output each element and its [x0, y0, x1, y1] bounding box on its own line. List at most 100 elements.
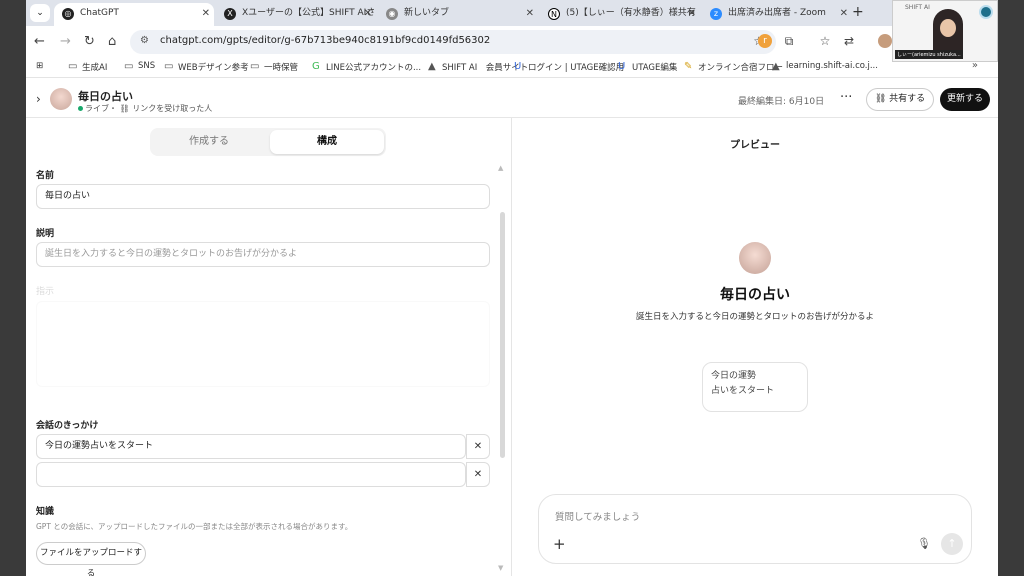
tab-zoom[interactable]: z 出席済み出席者 - Zoom ✕	[702, 3, 852, 26]
tab-x[interactable]: X Xユーザーの【公式】SHIFT AIさん ✕	[216, 3, 376, 26]
knowledge-help: GPT との会話に、アップロードしたファイルの一部または全部が表示される場合があ…	[36, 522, 353, 531]
folder-icon: ▭	[164, 61, 174, 72]
apps-grid-icon[interactable]: ⊞	[36, 61, 43, 71]
last-edited: 最終編集日: 6月10日	[738, 97, 825, 107]
message-composer[interactable]: 質問してみましょう + 🎙 ↑	[538, 494, 972, 564]
tab-chatgpt[interactable]: ◎ ChatGPT ✕	[54, 3, 214, 26]
chatgpt-icon: ◎	[62, 8, 74, 20]
preview-gpt-avatar	[739, 242, 771, 274]
address-bar-row: ← → ↻ ⌂ ⚙ chatgpt.com/gpts/editor/g-67b7…	[26, 26, 998, 58]
tab-label: Xユーザーの【公式】SHIFT AIさん	[242, 8, 376, 18]
preview-gpt-name: 毎日の占い	[720, 287, 790, 303]
bookmark-item[interactable]: G LINE公式アカウントの...	[312, 61, 421, 73]
url-bar[interactable]: ⚙ chatgpt.com/gpts/editor/g-67b713be940c…	[130, 30, 776, 54]
description-field[interactable]: 誕生日を入力すると今日の運勢とタロットのお告げが分かるよ	[36, 242, 490, 267]
starter-row: ✕	[36, 462, 490, 487]
send-arrow-icon[interactable]: ↑	[941, 533, 963, 555]
tab-notion[interactable]: N (5)【しぃー（有水静香）様共有 ✕	[540, 3, 700, 26]
starter-row: 今日の運勢占いをスタート ✕	[36, 434, 490, 459]
starter-card-line: 今日の運勢	[711, 371, 757, 381]
tab-create[interactable]: 作成する	[152, 130, 266, 154]
plus-icon[interactable]: +	[553, 535, 566, 553]
update-button[interactable]: 更新する	[940, 88, 990, 111]
home-icon[interactable]: ⌂	[108, 34, 116, 49]
site-info-icon[interactable]: ⚙	[140, 35, 149, 46]
profile-avatar[interactable]	[878, 34, 892, 48]
remove-starter-icon[interactable]: ✕	[466, 434, 490, 459]
reload-icon[interactable]: ↻	[84, 34, 95, 49]
close-icon[interactable]: ✕	[840, 3, 848, 24]
shift-ai-icon: ▲	[772, 61, 780, 72]
remove-starter-icon[interactable]: ✕	[466, 462, 490, 487]
participant-face	[940, 19, 956, 37]
gpt-avatar	[50, 88, 72, 110]
live-dot-icon	[78, 106, 83, 111]
back-chevron-icon[interactable]: ›	[36, 92, 41, 106]
preview-panel: プレビュー 毎日の占い 誕生日を入力すると今日の運勢とタロットのお告げが分かるよ…	[512, 118, 998, 576]
bookmarks-icon[interactable]: ☆	[818, 34, 832, 48]
participant-name: しぃー(ariemizu shizuka...	[895, 50, 963, 59]
more-options-icon[interactable]: ···	[840, 90, 852, 105]
bookmark-item[interactable]: ✎ オンライン合宿フロー	[684, 61, 783, 73]
x-logo-icon: X	[224, 8, 236, 20]
instructions-section: 指示	[36, 284, 490, 387]
bookmark-item[interactable]: U UTAGE編集	[618, 61, 677, 73]
url-text: chatgpt.com/gpts/editor/g-67b713be940c81…	[160, 35, 491, 46]
folder-icon: ▭	[124, 61, 134, 72]
name-field[interactable]: 毎日の占い	[36, 184, 490, 209]
microphone-icon[interactable]: 🎙	[917, 537, 931, 550]
starter-input[interactable]	[36, 462, 466, 487]
zoom-video-overlay: SHIFT AI しぃー(ariemizu shizuka...	[892, 0, 998, 62]
bookmark-item[interactable]: ▭ 生成AI	[68, 61, 107, 73]
tab-configure[interactable]: 構成	[270, 130, 384, 154]
close-icon[interactable]: ✕	[364, 3, 372, 24]
forward-arrow-icon[interactable]: →	[60, 34, 71, 49]
scrollbar-thumb[interactable]	[500, 212, 505, 458]
bookmarks-bar: ⊞ ▭ 生成AI ▭ SNS ▭ WEBデザイン参考 ▭ 一時保管 G LINE公式アカウ…	[26, 58, 998, 78]
link-icon: ⛓	[874, 94, 887, 104]
link-icon: ⛓	[119, 104, 130, 113]
upload-files-button[interactable]: ファイルをアップロードする	[36, 542, 146, 576]
tab-label: (5)【しぃー（有水静香）様共有	[566, 8, 696, 18]
scroll-down-icon[interactable]: ▼	[498, 564, 503, 572]
starter-card-line: 占いをスタート	[711, 386, 775, 396]
scroll-up-icon[interactable]: ▲	[498, 164, 503, 172]
instructions-textarea[interactable]	[36, 301, 490, 387]
close-icon[interactable]: ✕	[202, 3, 210, 24]
shift-ai-icon: ▲	[428, 61, 436, 72]
tab-search-icon[interactable]: ⌄	[30, 4, 50, 22]
instructions-label: 指示	[36, 287, 55, 297]
zoom-icon: z	[710, 8, 722, 20]
folder-icon: ▭	[68, 61, 78, 72]
extension-icon[interactable]: r	[758, 34, 772, 48]
bookmark-item[interactable]: ▭ SNS	[124, 61, 155, 72]
bookmark-item[interactable]: ▭ 一時保管	[250, 61, 298, 73]
preview-title: プレビュー	[730, 140, 780, 151]
puzzle-icon[interactable]: ⧉	[782, 34, 796, 48]
description-label: 説明	[36, 229, 55, 239]
translate-icon[interactable]: ⇄	[842, 34, 856, 48]
participant-badge-icon	[979, 5, 993, 19]
close-icon[interactable]: ✕	[526, 3, 534, 24]
tab-new[interactable]: ◉ 新しいタブ ✕	[378, 3, 538, 26]
gpt-name: 毎日の占い	[78, 90, 133, 103]
close-icon[interactable]: ✕	[688, 3, 696, 24]
bookmark-item[interactable]: ▭ WEBデザイン参考	[164, 61, 249, 73]
tab-strip: ⌄ ◎ ChatGPT ✕ X Xユーザーの【公式】SHIFT AIさん ✕ ◉…	[26, 0, 998, 26]
gpt-editor-header: › 毎日の占い ライブ・ ⛓ リンクを受け取った人 最終編集日: 6月10日 ·…	[26, 80, 998, 118]
share-button[interactable]: ⛓ 共有する	[866, 88, 934, 111]
bookmark-item[interactable]: U ログイン | UTAGE確認用	[514, 61, 624, 73]
note-icon: ✎	[684, 61, 693, 72]
conversation-starter-card[interactable]: 今日の運勢 占いをスタート	[702, 362, 808, 412]
back-arrow-icon[interactable]: ←	[34, 34, 45, 49]
editor-mode-toggle: 作成する 構成	[150, 128, 386, 156]
bookmark-item[interactable]: ▲ learning.shift-ai.co.j...	[772, 61, 878, 72]
zoom-brand: SHIFT AI	[905, 4, 930, 11]
knowledge-label: 知識	[36, 507, 55, 517]
conversation-starters-label: 会話のきっかけ	[36, 421, 99, 431]
starter-input[interactable]: 今日の運勢占いをスタート	[36, 434, 466, 459]
chrome-icon: ◉	[386, 8, 398, 20]
new-tab-button[interactable]: +	[852, 4, 864, 20]
gpt-status[interactable]: ライブ・ ⛓ リンクを受け取った人	[78, 103, 212, 114]
tab-label: 新しいタブ	[404, 8, 450, 18]
